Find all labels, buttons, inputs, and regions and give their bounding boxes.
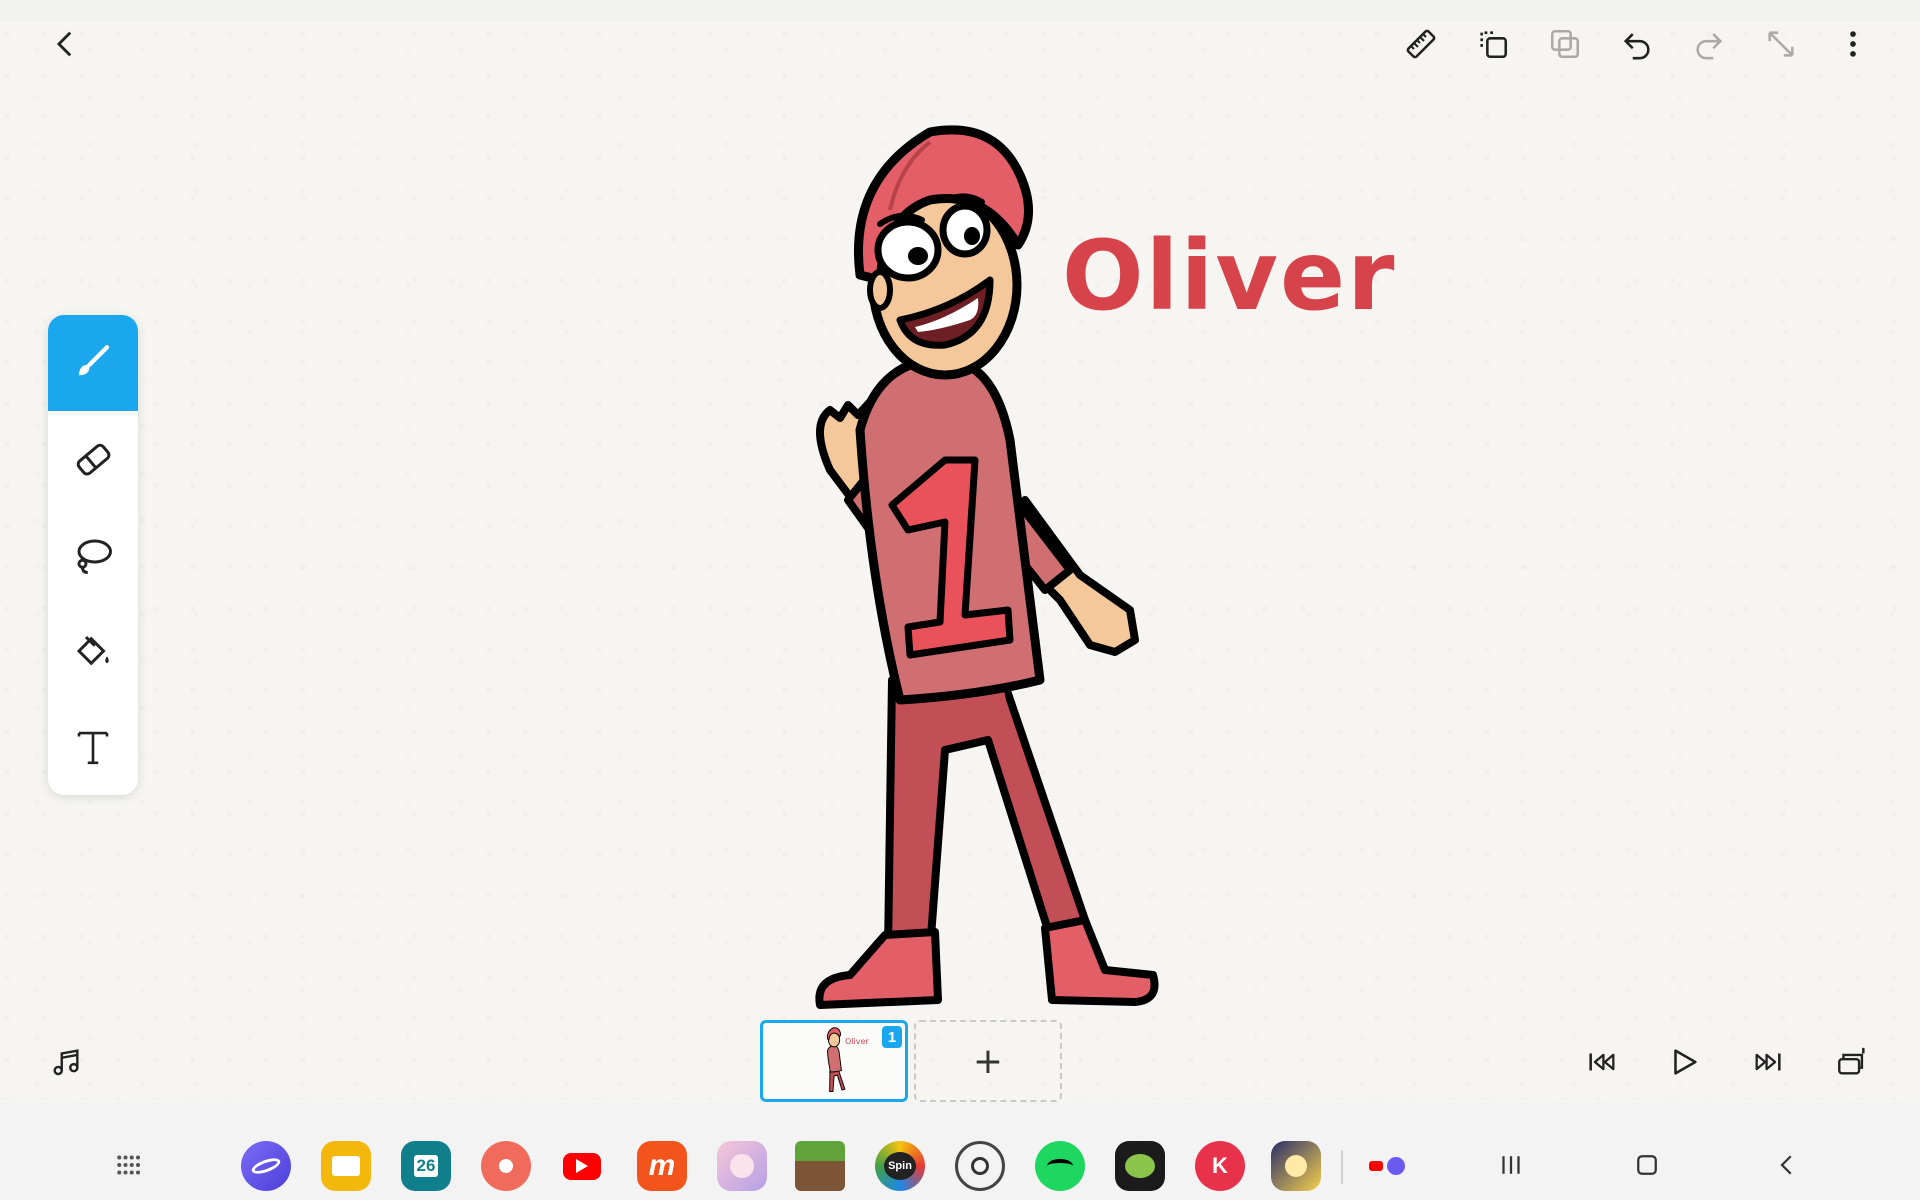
brush-icon [79, 345, 110, 376]
expand-icon [1768, 31, 1794, 57]
app-camera-shutter[interactable] [955, 1141, 1005, 1191]
brush-tool[interactable] [48, 315, 138, 411]
undo-button[interactable] [1609, 16, 1665, 72]
play-icon [1674, 1049, 1697, 1075]
app-spin[interactable]: Spin [875, 1141, 925, 1191]
more-options-button[interactable] [1825, 16, 1881, 72]
anime-character-icon [730, 1154, 754, 1178]
frame-thumbnail[interactable]: Oliver 1 [760, 1020, 908, 1102]
skip-forward-icon [1755, 1053, 1781, 1071]
lasso-icon [77, 539, 112, 574]
folder-icon [332, 1156, 360, 1176]
text-tool[interactable] [48, 699, 138, 795]
recents-icon [1502, 1156, 1520, 1174]
calendar-day: 26 [413, 1155, 439, 1177]
undo-icon [1623, 33, 1650, 60]
recents-nav-button[interactable] [1486, 1140, 1536, 1190]
app-internet[interactable] [241, 1141, 291, 1191]
app-spotify[interactable] [1035, 1141, 1085, 1191]
music-button[interactable] [38, 1034, 94, 1090]
music-note-icon [53, 1049, 79, 1076]
home-nav-button[interactable] [1622, 1140, 1672, 1190]
planet-icon [249, 1155, 283, 1177]
home-icon [1637, 1155, 1657, 1175]
app-calendar[interactable]: 26 [401, 1141, 451, 1191]
paint-bucket-icon [76, 635, 109, 666]
back-nav-button[interactable] [1762, 1140, 1812, 1190]
copy-icon [1480, 31, 1508, 59]
app-files[interactable] [321, 1141, 371, 1191]
app-kinemaster[interactable]: K [1195, 1141, 1245, 1191]
aperture-icon [971, 1157, 989, 1175]
frame-number-badge: 1 [882, 1026, 902, 1048]
fullscreen-button[interactable] [1753, 16, 1809, 72]
ruler-icon [1406, 29, 1436, 59]
youtube-icon [563, 1152, 601, 1180]
last-frame-button[interactable] [1740, 1034, 1796, 1090]
spotify-icon [1047, 1159, 1073, 1173]
app-game-anime[interactable] [717, 1141, 767, 1191]
fill-tool[interactable] [48, 603, 138, 699]
app-game-night[interactable] [1271, 1141, 1321, 1191]
person-icon [499, 1159, 513, 1173]
app-game-monster[interactable] [1115, 1141, 1165, 1191]
play-button[interactable] [1656, 1034, 1712, 1090]
recent-apps-pair[interactable] [1362, 1141, 1412, 1191]
add-frame-button[interactable]: + [914, 1020, 1062, 1102]
monster-icon [1125, 1154, 1155, 1178]
lasso-tool[interactable] [48, 507, 138, 603]
onion-skin-button[interactable] [1824, 1034, 1880, 1090]
ruler-button[interactable] [1393, 16, 1449, 72]
layers-icon [1838, 1047, 1865, 1075]
tool-panel [48, 315, 138, 795]
eraser-icon [76, 443, 111, 476]
copy-layer-button[interactable] [1465, 16, 1521, 72]
grid-dots-icon [117, 1155, 140, 1175]
skip-back-icon [1589, 1053, 1615, 1071]
back-arrow-icon [1780, 1155, 1792, 1175]
app-minecraft[interactable] [795, 1141, 845, 1191]
more-vertical-icon [1850, 31, 1856, 57]
redo-icon [1696, 33, 1723, 60]
first-frame-button[interactable] [1574, 1034, 1630, 1090]
mobizen-letter: m [648, 1149, 676, 1182]
paste-icon [1550, 29, 1580, 59]
app-mobizen[interactable]: m [637, 1141, 687, 1191]
drawing-text-oliver: Oliver [1062, 220, 1397, 332]
kinemaster-letter: K [1212, 1153, 1228, 1178]
recent-apps-icon [1369, 1157, 1405, 1175]
app-drawer-button[interactable] [103, 1140, 153, 1190]
text-icon [77, 731, 109, 765]
paste-button[interactable] [1537, 16, 1593, 72]
redo-button[interactable] [1681, 16, 1737, 72]
chevron-left-icon [56, 31, 72, 57]
app-youtube[interactable] [557, 1141, 607, 1191]
back-button[interactable] [38, 16, 94, 72]
eraser-tool[interactable] [48, 411, 138, 507]
app-contacts[interactable] [481, 1141, 531, 1191]
moon-icon [1285, 1155, 1307, 1177]
thumbnail-text: Oliver [845, 1037, 869, 1046]
taskbar-divider [1341, 1150, 1343, 1184]
spin-label: Spin [884, 1152, 916, 1180]
